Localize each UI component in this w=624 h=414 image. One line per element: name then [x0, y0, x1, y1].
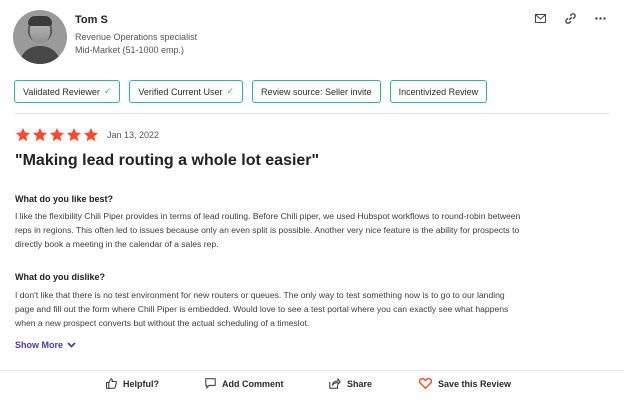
star-icon [16, 128, 30, 142]
reviewer-name[interactable]: Tom S [75, 14, 108, 26]
like-answer-line: directly book a meeting in the calendar … [15, 239, 219, 249]
badge-row: Validated Reviewer ✓ Verified Current Us… [14, 80, 488, 103]
badge-label: Validated Reviewer [23, 86, 100, 97]
star-icon [67, 128, 81, 142]
badge-verified-current-user[interactable]: Verified Current User ✓ [129, 80, 244, 103]
thumbs-up-icon [106, 378, 117, 389]
review-title[interactable]: "Making lead routing a whole lot easier" [15, 152, 319, 170]
link-icon[interactable] [564, 12, 576, 24]
mail-icon[interactable] [534, 12, 546, 24]
star-rating [15, 127, 99, 143]
rating-row: Jan 13, 2022 [15, 127, 159, 143]
dislike-answer-line: when a new prospect converts but without… [15, 318, 310, 328]
badge-validated-reviewer[interactable]: Validated Reviewer ✓ [14, 80, 121, 103]
reviewer-role: Revenue Operations specialist [75, 32, 198, 42]
like-answer-line: I like the flexibility Chili Piper provi… [15, 211, 521, 221]
helpful-label: Helpful? [123, 378, 159, 389]
review-footer: Helpful? Add Comment Share Save this Rev… [0, 378, 624, 398]
badge-review-source[interactable]: Review source: Seller invite [252, 80, 381, 103]
footer-divider [0, 370, 624, 371]
comment-icon [205, 378, 216, 389]
show-more-button[interactable]: Show More [15, 340, 76, 350]
add-comment-label: Add Comment [222, 378, 284, 389]
like-answer: I like the flexibility Chili Piper provi… [15, 209, 615, 251]
dislike-answer-line: I don't like that there is no test envir… [15, 290, 505, 300]
chevron-down-icon [67, 342, 76, 348]
check-icon: ✓ [226, 86, 235, 96]
badge-incentivized-review[interactable]: Incentivized Review [389, 80, 488, 103]
like-answer-line: reps in regions. This often led to issue… [15, 225, 520, 235]
reviewer-segment: Mid-Market (51-1000 emp.) [75, 45, 185, 55]
badge-label: Incentivized Review [398, 86, 479, 97]
star-icon [33, 128, 47, 142]
share-label: Share [347, 378, 373, 389]
badge-label: Verified Current User [138, 86, 223, 97]
badge-label: Review source: Seller invite [261, 86, 372, 97]
review-date: Jan 13, 2022 [107, 130, 160, 140]
review-card: Tom S Revenue Operations specialist Mid-… [0, 0, 624, 414]
star-icon [84, 128, 98, 142]
divider [14, 113, 610, 114]
share-button[interactable]: Share [329, 378, 372, 389]
heart-icon [419, 378, 432, 389]
show-more-label: Show More [15, 340, 64, 350]
more-icon[interactable] [594, 12, 606, 24]
check-icon: ✓ [103, 86, 112, 96]
dislike-answer-line: page and fill out the form where Chill P… [15, 304, 509, 314]
like-question: What do you like best? [15, 194, 114, 204]
dislike-answer: I don't like that there is no test envir… [15, 288, 615, 330]
save-review-button[interactable]: Save this Review [419, 378, 511, 389]
save-review-label: Save this Review [438, 378, 512, 389]
star-icon [50, 128, 64, 142]
share-icon [329, 378, 341, 389]
add-comment-button[interactable]: Add Comment [205, 378, 284, 389]
review-actions [534, 12, 606, 24]
helpful-button[interactable]: Helpful? [106, 378, 159, 389]
avatar [13, 10, 67, 64]
dislike-question: What do you dislike? [15, 272, 106, 282]
